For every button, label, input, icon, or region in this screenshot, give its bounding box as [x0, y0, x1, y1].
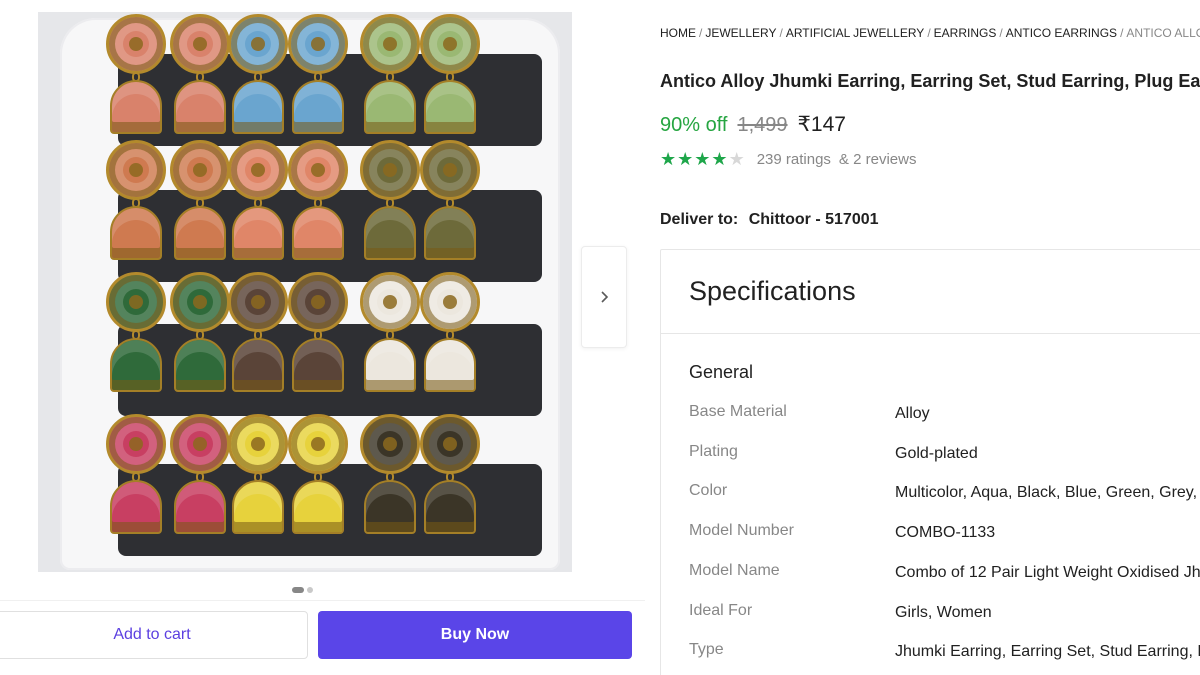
breadcrumb-separator: / — [699, 26, 703, 40]
jhumki-earring — [358, 414, 422, 536]
breadcrumb-current: ANTICO ALLOY J — [1126, 26, 1200, 40]
jhumki-earring — [286, 140, 350, 262]
jhumki-earring — [418, 414, 482, 536]
jhumki-earring — [226, 272, 290, 394]
product-gallery: Add to cart Buy Now — [0, 0, 645, 675]
rating-row: ★ ★ ★ ★ ★ 239 ratings & 2 reviews — [660, 150, 916, 168]
slider-dot[interactable] — [292, 587, 304, 593]
jhumki-earring — [104, 140, 168, 262]
jhumki-earring — [168, 414, 232, 536]
product-info: HOME / JEWELLERY / ARTIFICIAL JEWELLERY / EARR… — [660, 0, 1200, 675]
spec-row: Plating Gold-plated — [689, 443, 1200, 467]
spec-row: Type Jhumki Earring, Earring Set, Stud Ea… — [689, 641, 1200, 665]
jhumki-earring — [104, 272, 168, 394]
spec-key: Color — [689, 482, 728, 499]
chevron-right-icon — [601, 291, 609, 303]
spec-key: Ideal For — [689, 602, 753, 619]
spec-value: Combo of 12 Pair Light Weight Oxidised J… — [895, 564, 1200, 581]
jhumki-earring — [418, 14, 482, 136]
breadcrumb-separator: / — [779, 26, 783, 40]
star-icon: ★ — [677, 149, 694, 169]
jhumki-earring — [168, 272, 232, 394]
image-slider-dots — [292, 587, 313, 593]
jhumki-earring — [104, 414, 168, 536]
spec-row: Base Material Alloy — [689, 403, 1200, 427]
spec-row: Color Multicolor, Aqua, Black, Blue, Gree… — [689, 482, 1200, 506]
spec-row: Model Name Combo of 12 Pair Light Weight … — [689, 562, 1200, 586]
spec-value: Girls, Women — [895, 604, 992, 621]
jhumki-earring — [286, 414, 350, 536]
product-image[interactable] — [38, 12, 572, 572]
spec-key: Base Material — [689, 403, 787, 420]
deliver-label: Deliver to: — [660, 211, 739, 228]
specifications-title: Specifications — [689, 276, 856, 306]
breadcrumb-separator: / — [927, 26, 931, 40]
breadcrumb-item[interactable]: ARTIFICIAL JEWELLERY — [786, 26, 925, 40]
spec-value: Alloy — [895, 405, 930, 422]
jhumki-earring — [226, 140, 290, 262]
jhumki-earring — [418, 272, 482, 394]
jhumki-earring — [226, 414, 290, 536]
ratings-count[interactable]: 239 ratings — [757, 151, 831, 168]
action-bar: Add to cart Buy Now — [0, 600, 645, 668]
spec-value: COMBO-1133 — [895, 524, 996, 541]
price-row: 90% off 1,499 ₹147 — [660, 112, 846, 137]
discount-label: 90% off — [660, 114, 728, 136]
mrp-price: 1,499 — [737, 114, 788, 136]
spec-value: Gold-plated — [895, 445, 978, 462]
selling-price: ₹147 — [797, 113, 846, 136]
breadcrumb-separator: / — [999, 26, 1003, 40]
star-icon: ★ — [711, 149, 728, 169]
spec-key: Model Name — [689, 562, 780, 579]
star-icon: ★ — [728, 149, 745, 169]
jhumki-earring — [418, 140, 482, 262]
breadcrumb-separator: / — [1120, 26, 1124, 40]
product-title: Antico Alloy Jhumki Earring, Earring Set… — [660, 71, 1200, 91]
spec-value: Jhumki Earring, Earring Set, Stud Earrin… — [895, 643, 1200, 660]
jhumki-earring — [226, 14, 290, 136]
spec-key: Model Number — [689, 522, 794, 539]
spec-row: Ideal For Girls, Women — [689, 602, 1200, 626]
star-icon: ★ — [694, 149, 711, 169]
specifications-panel: Specifications General Base Material Allo… — [660, 249, 1200, 675]
jhumki-earring — [104, 14, 168, 136]
jhumki-earring — [168, 140, 232, 262]
rating-stars: ★ ★ ★ ★ ★ — [660, 150, 745, 168]
spec-key: Type — [689, 641, 724, 658]
jhumki-earring — [286, 14, 350, 136]
jhumki-earring — [286, 272, 350, 394]
jhumki-earring — [168, 14, 232, 136]
spec-group-title: General — [689, 362, 754, 382]
slider-dot[interactable] — [307, 587, 313, 593]
add-to-cart-button[interactable]: Add to cart — [0, 611, 308, 659]
star-icon: ★ — [660, 149, 677, 169]
breadcrumb: HOME / JEWELLERY / ARTIFICIAL JEWELLERY / EARR… — [660, 26, 1200, 40]
spec-key: Plating — [689, 443, 738, 460]
jhumki-earring — [358, 140, 422, 262]
deliver-location-value: Chittoor - 517001 — [748, 211, 879, 228]
spec-row: Model Number COMBO-1133 — [689, 522, 1200, 546]
breadcrumb-item[interactable]: JEWELLERY — [705, 26, 776, 40]
breadcrumb-item[interactable]: EARRINGS — [934, 26, 997, 40]
jhumki-earring — [358, 14, 422, 136]
jhumki-earring — [358, 272, 422, 394]
next-image-button[interactable] — [581, 246, 627, 348]
breadcrumb-item[interactable]: HOME — [660, 26, 696, 40]
breadcrumb-item[interactable]: ANTICO EARRINGS — [1006, 26, 1117, 40]
reviews-count[interactable]: & 2 reviews — [839, 151, 917, 168]
specifications-header: Specifications — [661, 250, 1200, 334]
spec-value: Multicolor, Aqua, Black, Blue, Green, Gr… — [895, 484, 1200, 501]
buy-now-button[interactable]: Buy Now — [318, 611, 632, 659]
delivery-location[interactable]: Deliver to: Chittoor - 517001 — [660, 211, 879, 229]
